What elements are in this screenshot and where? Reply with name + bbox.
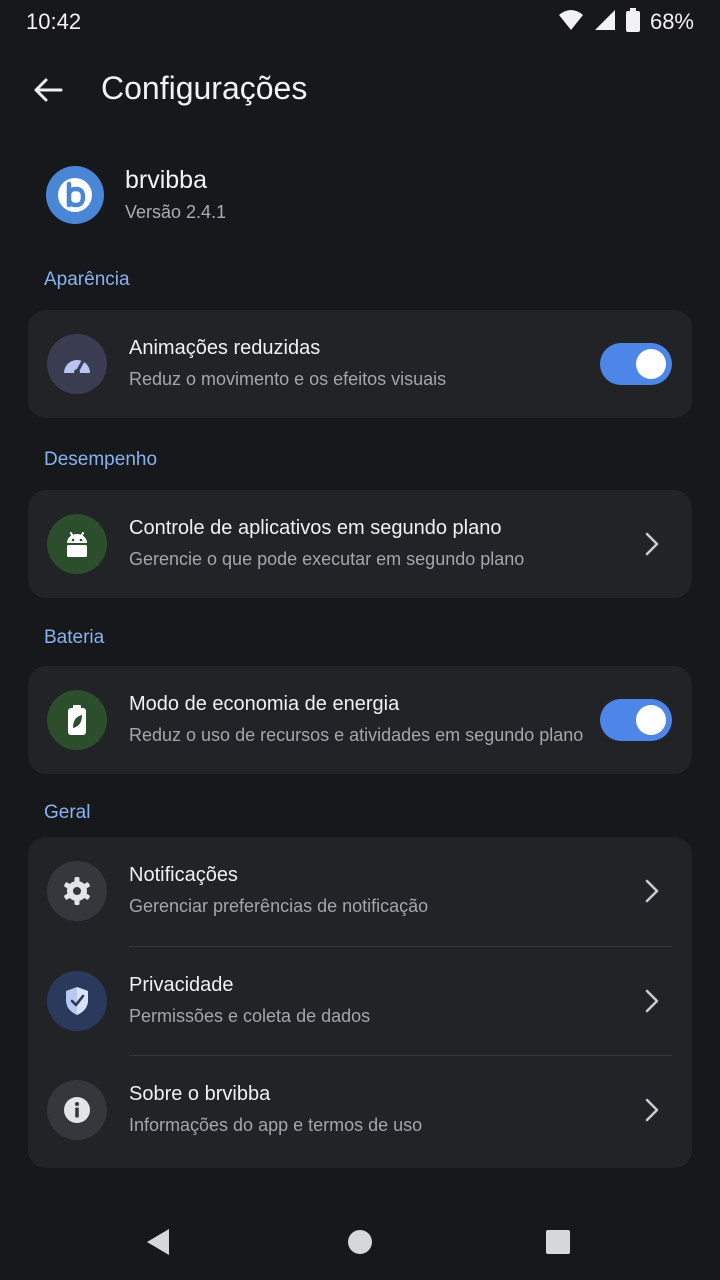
setting-notifications[interactable]: Notificações Gerenciar preferências de n… [28,837,692,945]
system-nav-bar [0,1200,720,1280]
speedometer-icon [47,334,107,394]
app-logo-icon [46,166,104,224]
gear-icon [47,861,107,921]
setting-privacy[interactable]: Privacidade Permissões e coleta de dados [28,947,692,1055]
cell-signal-icon [594,9,616,36]
section-label-performance: Desempenho [44,449,158,470]
setting-title: Controle de aplicativos em segundo plano [129,517,502,539]
status-time: 10:42 [26,9,82,34]
section-label-battery: Bateria [44,627,105,648]
card-performance: Controle de aplicativos em segundo plano… [28,490,692,598]
chevron-right-icon [638,528,666,560]
setting-title: Animações reduzidas [129,337,321,359]
nav-back-button[interactable] [138,1222,178,1262]
shield-icon [47,971,107,1031]
triangle-back-icon [147,1229,169,1255]
battery-icon [625,7,640,37]
page-title: Configurações [101,70,308,106]
section-label-appearance: Aparência [44,269,130,290]
setting-title: Sobre o brvibba [129,1083,271,1105]
setting-subtitle: Permissões e coleta de dados [129,1006,371,1026]
power-saving-toggle[interactable] [600,699,672,741]
info-icon [47,1080,107,1140]
setting-background-control[interactable]: Controle de aplicativos em segundo plano… [28,490,692,598]
setting-title: Notificações [129,864,238,886]
setting-subtitle: Gerenciar preferências de notificação [129,896,429,916]
setting-title: Modo de economia de energia [129,693,400,715]
app-info: brvibba Versão 2.4.1 [46,164,686,228]
card-appearance: Animações reduzidas Reduz o movimento e … [28,310,692,418]
setting-power-saving[interactable]: Modo de economia de energia Reduz o uso … [28,666,692,774]
chevron-right-icon [638,985,666,1017]
battery-percent: 68% [649,9,694,34]
setting-title: Privacidade [129,974,234,996]
status-bar: 10:42 68% [0,0,720,44]
nav-home-button[interactable] [340,1222,380,1262]
setting-subtitle: Reduz o movimento e os efeitos visuais [129,369,447,389]
chevron-right-icon [638,875,666,907]
setting-reduced-animations[interactable]: Animações reduzidas Reduz o movimento e … [28,310,692,418]
arrow-left-icon [34,78,63,102]
card-battery: Modo de economia de energia Reduz o uso … [28,666,692,774]
setting-about[interactable]: Sobre o brvibba Informações do app e ter… [28,1056,692,1164]
section-label-general: Geral [44,802,91,823]
toggle-knob [636,349,666,379]
chevron-right-icon [638,1094,666,1126]
wifi-icon [558,9,584,36]
status-icons: 68% [558,7,694,37]
setting-subtitle: Informações do app e termos de uso [129,1115,423,1135]
toggle-knob [636,705,666,735]
back-button[interactable] [24,66,72,114]
square-recents-icon [546,1230,570,1254]
nav-recents-button[interactable] [538,1222,578,1262]
battery-leaf-icon [47,690,107,750]
reduced-animations-toggle[interactable] [600,343,672,385]
app-bar: Configurações [0,56,720,124]
app-version: Versão 2.4.1 [125,202,227,222]
setting-subtitle: Reduz o uso de recursos e atividades em … [129,725,584,745]
circle-home-icon [348,1230,372,1254]
setting-subtitle: Gerencie o que pode executar em segundo … [129,549,525,569]
card-general: Notificações Gerenciar preferências de n… [28,837,692,1168]
android-icon [47,514,107,574]
app-name: brvibba [125,166,207,194]
